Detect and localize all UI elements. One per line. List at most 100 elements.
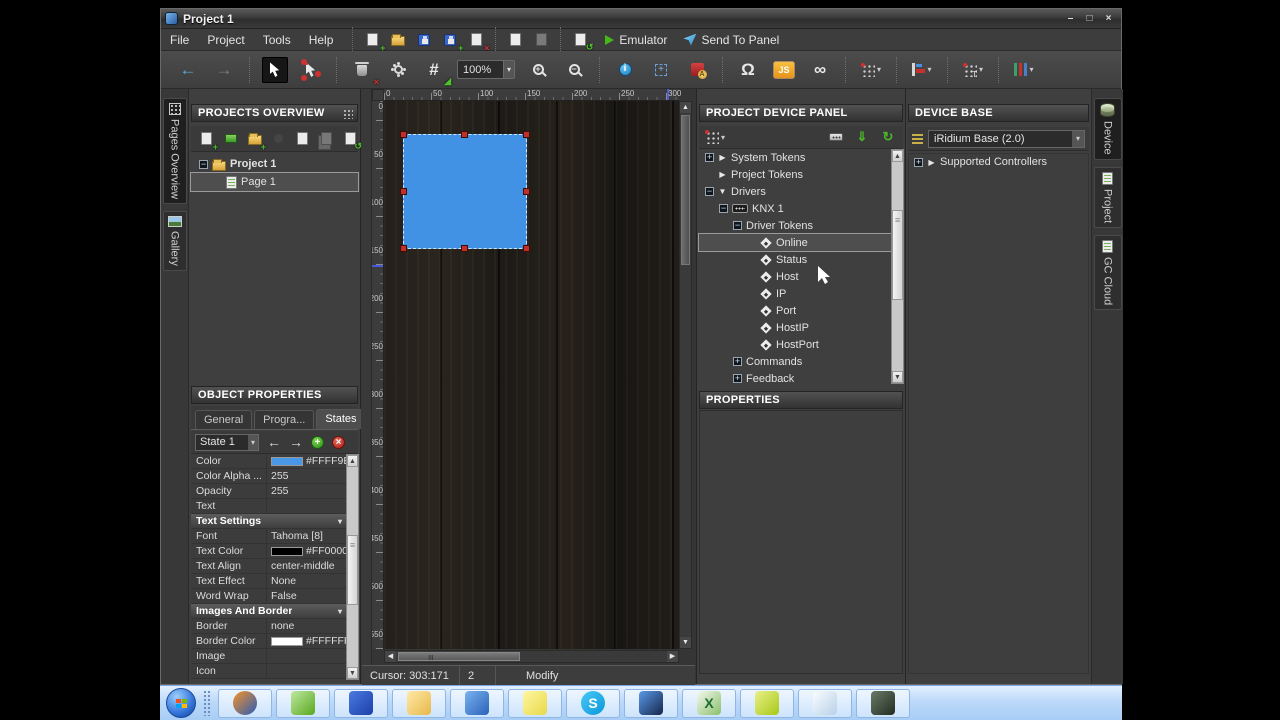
color-options-dropdown[interactable]: ▾ xyxy=(1011,57,1037,83)
paste-page-button[interactable] xyxy=(318,130,334,150)
chevron-down-icon[interactable]: ▾ xyxy=(247,434,258,450)
scroll-down-icon[interactable]: ▼ xyxy=(892,371,903,383)
menu-help[interactable]: Help xyxy=(300,31,343,49)
relations-button[interactable] xyxy=(612,57,638,83)
add-popup-button[interactable] xyxy=(223,130,238,148)
properties-tab-states[interactable]: States xyxy=(316,409,366,429)
selected-object[interactable] xyxy=(400,131,530,252)
refresh-drivers-button[interactable]: ↻ xyxy=(879,128,897,146)
transform-button[interactable] xyxy=(648,57,674,83)
tab-project[interactable]: Project xyxy=(1093,166,1122,228)
delete-state-button[interactable]: × xyxy=(332,435,345,449)
new-project-button[interactable]: + xyxy=(363,31,385,53)
tab-pages-overview[interactable]: Pages Overview xyxy=(162,98,187,205)
close-project-button[interactable]: × xyxy=(467,31,489,53)
splitter[interactable] xyxy=(361,89,372,684)
base-tree-item-supported-controllers[interactable]: + ▶ Supported Controllers xyxy=(908,153,1089,171)
selection-handle[interactable] xyxy=(400,187,407,195)
property-row-images-and-border[interactable]: Images And Border xyxy=(191,604,346,619)
select-tool-button[interactable] xyxy=(262,56,288,83)
property-row-color-alpha[interactable]: Color Alpha ... 255 xyxy=(191,469,346,484)
clone-page-button[interactable]: ↺ xyxy=(571,31,593,52)
maximize-button[interactable]: □ xyxy=(1081,12,1098,26)
device-tree-item-hostip[interactable]: HostIP xyxy=(699,319,891,336)
send-to-panel-button[interactable]: Send To Panel xyxy=(683,33,779,47)
tab-device[interactable]: Device xyxy=(1093,98,1122,160)
tab-gc-cloud[interactable]: GC Cloud xyxy=(1093,234,1122,311)
property-row-text-effect[interactable]: Text Effect None xyxy=(191,574,346,589)
download-driver-button[interactable]: ⇓ xyxy=(853,128,871,146)
copy-page-button[interactable] xyxy=(294,130,310,150)
redo-button[interactable]: → xyxy=(211,57,237,83)
scroll-up-icon[interactable]: ▲ xyxy=(347,455,358,467)
scroll-thumb[interactable] xyxy=(347,535,358,605)
scroll-right-icon[interactable]: ▶ xyxy=(667,651,678,662)
remote-debug-button[interactable] xyxy=(827,128,845,146)
minimize-button[interactable]: – xyxy=(1062,12,1079,26)
selection-handle[interactable] xyxy=(400,245,407,252)
color-swatch[interactable] xyxy=(271,456,303,466)
selection-handle[interactable] xyxy=(523,187,530,195)
property-row-text-align[interactable]: Text Align center-middle xyxy=(191,559,346,574)
delete-object-button[interactable]: × xyxy=(349,57,379,87)
start-button[interactable] xyxy=(166,688,196,718)
taskbar-iridium[interactable] xyxy=(276,688,330,718)
taskbar-grip[interactable] xyxy=(203,690,211,716)
property-row-color[interactable]: Color #FFFF9B xyxy=(191,454,346,469)
save-project-as-button[interactable]: + xyxy=(441,31,463,53)
state-selector[interactable]: State 1 ▾ xyxy=(195,433,259,451)
size-options-dropdown[interactable]: ▾ xyxy=(960,57,986,83)
node-select-tool-button[interactable] xyxy=(298,57,324,83)
add-state-button[interactable]: + xyxy=(311,435,324,449)
snap-options-dropdown[interactable]: ▾ xyxy=(858,57,884,83)
paste-page-button[interactable] xyxy=(532,31,550,49)
taskbar-sync-app[interactable] xyxy=(450,688,504,718)
scroll-thumb[interactable] xyxy=(681,115,690,265)
selection-handle[interactable] xyxy=(523,131,530,138)
property-row-border-color[interactable]: Border Color #FFFFFF xyxy=(191,634,346,649)
copy-page-button[interactable] xyxy=(506,31,524,51)
device-tree-scrollbar[interactable]: ▲ ▼ xyxy=(891,149,904,384)
device-tree-item-ip[interactable]: IP xyxy=(699,285,891,302)
taskbar-notepad[interactable] xyxy=(798,688,852,718)
color-swatch[interactable] xyxy=(271,636,303,646)
scroll-down-icon[interactable]: ▼ xyxy=(347,667,358,679)
grid-toggle-button[interactable]: # ◢ xyxy=(421,57,451,86)
device-tree-item-online[interactable]: Online xyxy=(698,233,892,252)
taskbar-skype[interactable]: S xyxy=(566,688,620,718)
undo-button[interactable]: ← xyxy=(175,57,201,83)
device-tree-item-knx-1[interactable]: − KNX 1 xyxy=(699,200,891,217)
align-options-dropdown[interactable]: ▾ xyxy=(909,57,935,83)
property-row-text-color[interactable]: Text Color #FF0000 xyxy=(191,544,346,559)
taskbar-file-explorer[interactable] xyxy=(392,688,446,718)
properties-scrollbar[interactable]: ▲ ▼ xyxy=(346,454,359,680)
device-tree-item-drivers[interactable]: − ▼ Drivers xyxy=(699,183,891,200)
selection-handle[interactable] xyxy=(400,131,407,138)
close-button[interactable]: × xyxy=(1100,12,1117,26)
device-base-dropdown[interactable]: iRidium Base (2.0) ▾ xyxy=(928,129,1085,148)
taskbar-admin-console[interactable] xyxy=(624,688,678,718)
property-row-word-wrap[interactable]: Word Wrap False xyxy=(191,589,346,604)
project-tree-item-page-1[interactable]: Page 1 xyxy=(190,172,359,192)
import-page-button[interactable]: ↺ xyxy=(342,130,362,151)
selection-handle[interactable] xyxy=(461,245,468,252)
device-tree-item-hostport[interactable]: HostPort xyxy=(699,336,891,353)
device-tree-item-driver-tokens[interactable]: − Driver Tokens xyxy=(699,217,891,234)
device-tree-item-system-tokens[interactable]: + ▶ System Tokens xyxy=(699,149,891,166)
device-tree-item-host[interactable]: Host xyxy=(699,268,891,285)
color-swatch[interactable] xyxy=(271,546,303,556)
device-tree-item-project-tokens[interactable]: ▶ Project Tokens xyxy=(699,166,891,183)
taskbar-firefox[interactable] xyxy=(218,688,272,718)
property-row-icon[interactable]: Icon xyxy=(191,664,346,679)
project-tree-item-project-1[interactable]: − Project 1 xyxy=(191,155,358,173)
prev-state-button[interactable]: ← xyxy=(267,434,281,450)
emulator-button[interactable]: Emulator xyxy=(605,33,667,47)
scroll-up-icon[interactable]: ▲ xyxy=(680,102,691,113)
font-effects-button[interactable] xyxy=(684,57,710,83)
taskbar-save-tool[interactable] xyxy=(334,688,388,718)
save-project-button[interactable] xyxy=(415,31,433,49)
canvas[interactable] xyxy=(384,101,679,649)
device-tree-item-commands[interactable]: + Commands xyxy=(699,353,891,370)
property-row-text[interactable]: Text xyxy=(191,499,346,514)
resistance-button[interactable]: Ω xyxy=(735,57,761,83)
